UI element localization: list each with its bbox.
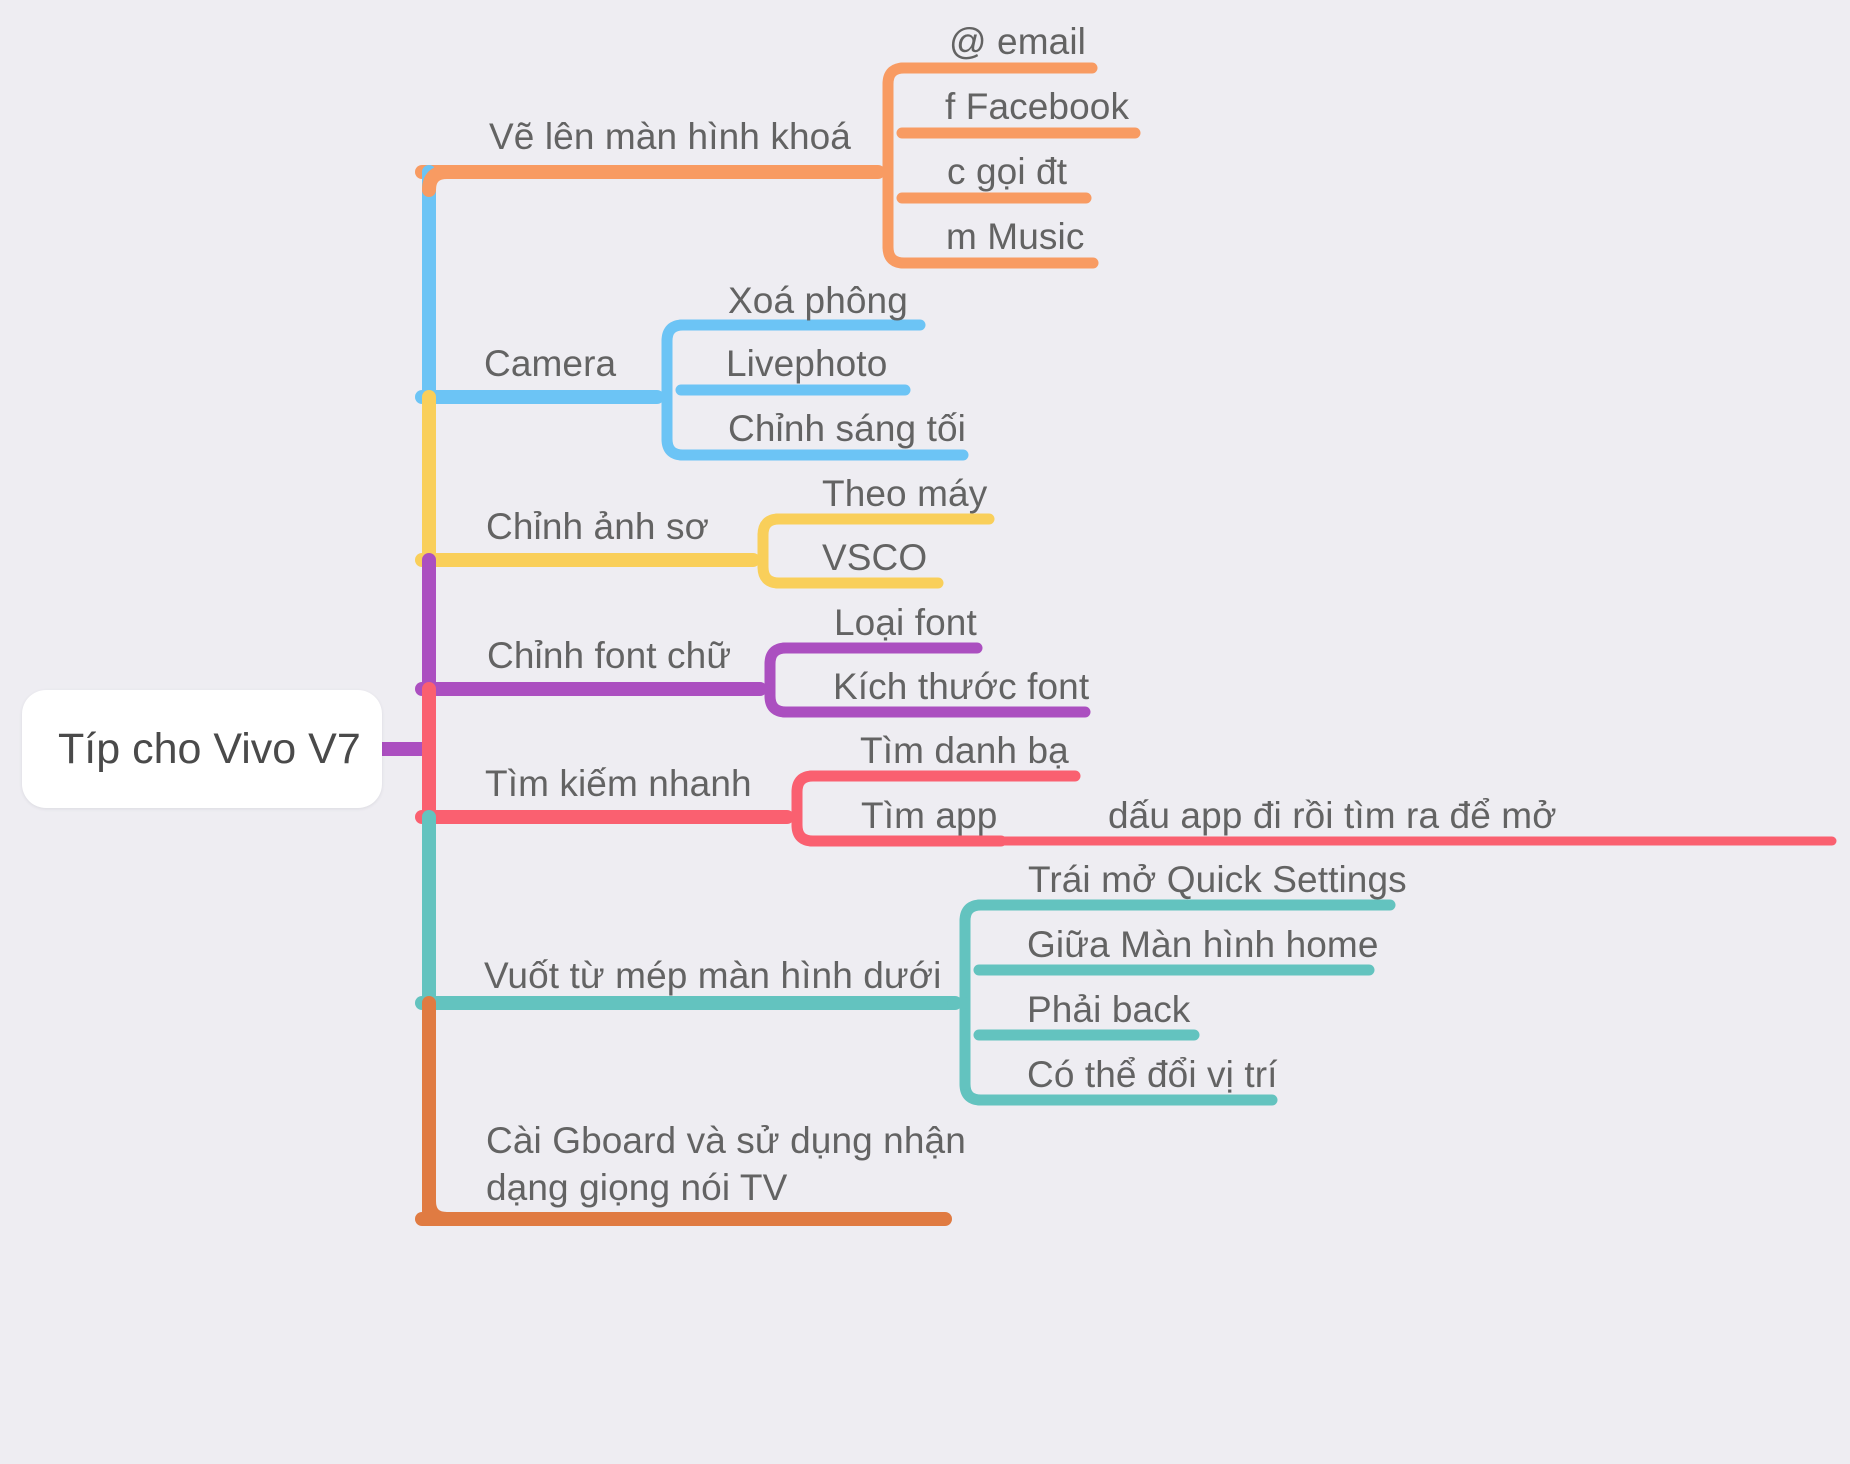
branch-label-camera[interactable]: Camera [484,343,616,386]
child-label[interactable]: Tìm danh bạ [860,730,1069,773]
branch-label-chinh-font-chu[interactable]: Chỉnh font chữ [487,635,731,678]
child-label[interactable]: Tìm app [861,795,997,838]
branch-label-tim-kiem-nhanh[interactable]: Tìm kiếm nhanh [485,763,752,806]
mindmap-canvas: Típ cho Vivo V7 Vẽ lên màn hình khoá @ em… [0,0,1850,1464]
child-label[interactable]: Phải back [1027,989,1190,1032]
child-label[interactable]: Livephoto [726,343,887,386]
child-label[interactable]: Giữa Màn hình home [1027,924,1379,967]
child-label[interactable]: @ email [949,21,1086,64]
child-label[interactable]: Loại font [834,602,977,645]
child-label[interactable]: f Facebook [945,86,1129,129]
child-label[interactable]: Có thể đổi vị trí [1027,1054,1278,1097]
child-label[interactable]: VSCO [822,537,927,580]
branch-label-cai-gboard[interactable]: Cài Gboard và sử dụng nhận dạng giọng nó… [486,1118,966,1211]
child-label[interactable]: m Music [946,216,1084,259]
branch-label-vuot-tu-mep-man-hinh-duoi[interactable]: Vuốt từ mép màn hình dưới [484,955,941,998]
central-node-label: Típ cho Vivo V7 [58,724,361,773]
child-label[interactable]: Xoá phông [728,280,908,323]
branch-label-chinh-anh-so[interactable]: Chỉnh ảnh sơ [486,506,709,549]
central-node[interactable]: Típ cho Vivo V7 [22,690,382,808]
grandchild-label[interactable]: dấu app đi rồi tìm ra để mở [1108,795,1557,838]
child-label[interactable]: c gọi đt [947,151,1067,194]
child-label[interactable]: Trái mở Quick Settings [1028,859,1407,902]
child-label[interactable]: Chỉnh sáng tối [728,408,966,451]
branch-label-ve-len-man-hinh-khoa[interactable]: Vẽ lên màn hình khoá [489,116,851,159]
child-label[interactable]: Theo máy [822,473,987,516]
child-label[interactable]: Kích thước font [833,666,1089,709]
